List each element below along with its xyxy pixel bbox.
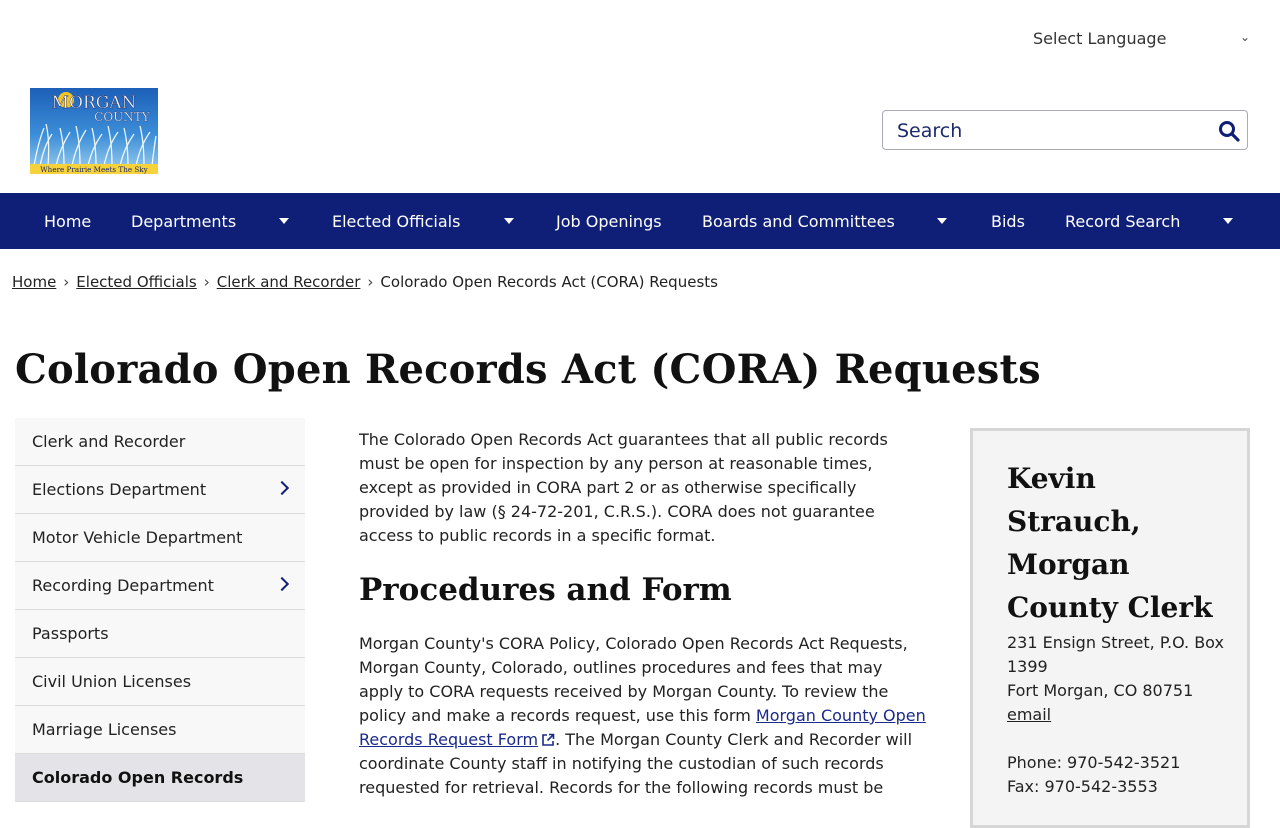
section-heading: Procedures and Form <box>359 572 732 608</box>
sidebar-item-label: Recording Department <box>32 576 214 595</box>
sidebar-item-civil-union-licenses[interactable]: Civil Union Licenses <box>15 658 305 706</box>
breadcrumb-separator: › <box>203 273 210 291</box>
morgan-county-logo[interactable]: MORGAN COUNTY Where Prairie Meets The Sk… <box>30 88 158 174</box>
search-box <box>882 110 1248 150</box>
search-input[interactable] <box>895 117 1209 145</box>
sidebar-item-colorado-open-records[interactable]: Colorado Open Records <box>15 754 305 802</box>
search-icon[interactable] <box>1217 119 1241 143</box>
contact-fax: Fax: 970-542-3553 <box>1007 777 1158 796</box>
address-line: 231 Ensign Street, P.O. Box 1399 <box>1007 633 1224 676</box>
sidebar-item-label: Motor Vehicle Department <box>32 528 243 547</box>
page-title: Colorado Open Records Act (CORA) Request… <box>15 346 1041 393</box>
sidebar-item-label: Colorado Open Records <box>32 768 244 787</box>
breadcrumb-separator: › <box>63 273 70 291</box>
nav-departments[interactable]: Departments <box>131 193 236 249</box>
nav-elected-officials[interactable]: Elected Officials <box>332 193 460 249</box>
address-city: Fort Morgan, CO 80751 <box>1007 681 1194 700</box>
chevron-right-icon[interactable] <box>274 480 290 496</box>
sidebar-item-passports[interactable]: Passports <box>15 610 305 658</box>
sidebar-item-label: Clerk and Recorder <box>32 432 186 451</box>
caret-down-icon[interactable] <box>937 218 947 224</box>
contact-address: 231 Ensign Street, P.O. Box 1399 Fort Mo… <box>1007 631 1227 799</box>
sidebar-item-label: Marriage Licenses <box>32 720 177 739</box>
breadcrumb-current: Colorado Open Records Act (CORA) Request… <box>380 273 718 291</box>
logo-tagline: Where Prairie Meets The Sky <box>40 165 148 174</box>
main-nav: Home Departments Elected Officials Job O… <box>0 193 1280 249</box>
contact-email-link[interactable]: email <box>1007 705 1051 724</box>
sidebar-item-clerk-and-recorder[interactable]: Clerk and Recorder <box>15 418 305 466</box>
nav-record-search[interactable]: Record Search <box>1065 193 1180 249</box>
sidebar-item-label: Elections Department <box>32 480 207 499</box>
sidebar-item-recording-department[interactable]: Recording Department <box>15 562 305 610</box>
breadcrumb-elected-officials[interactable]: Elected Officials <box>76 273 196 291</box>
contact-name: Kevin Strauch, Morgan County Clerk <box>1007 462 1213 624</box>
sidebar-item-motor-vehicle-department[interactable]: Motor Vehicle Department <box>15 514 305 562</box>
procedures-paragraph: Morgan County's CORA Policy, Colorado Op… <box>359 632 929 800</box>
external-link-icon <box>542 733 555 746</box>
sidebar-item-label: Passports <box>32 624 109 643</box>
chevron-down-icon: ⌄ <box>1240 30 1251 44</box>
nav-job-openings[interactable]: Job Openings <box>556 193 662 249</box>
sidebar-nav: Clerk and Recorder Elections Department … <box>15 418 305 802</box>
breadcrumb-home[interactable]: Home <box>12 273 56 291</box>
language-select-label: Select Language <box>1033 28 1167 48</box>
language-select[interactable]: Select Language ⌄ <box>1033 26 1253 50</box>
sidebar-item-label: Civil Union Licenses <box>32 672 192 691</box>
contact-phone: Phone: 970-542-3521 <box>1007 753 1181 772</box>
sidebar-item-elections-department[interactable]: Elections Department <box>15 466 305 514</box>
breadcrumb-separator: › <box>367 273 374 291</box>
logo-image: MORGAN COUNTY Where Prairie Meets The Sk… <box>30 88 158 174</box>
nav-bids[interactable]: Bids <box>991 193 1025 249</box>
intro-paragraph: The Colorado Open Records Act guarantees… <box>359 430 888 545</box>
caret-down-icon[interactable] <box>279 218 289 224</box>
nav-home[interactable]: Home <box>44 193 91 249</box>
logo-subtitle: COUNTY <box>94 110 151 124</box>
contact-card: Kevin Strauch, Morgan County Clerk 231 E… <box>970 428 1250 828</box>
sidebar-item-marriage-licenses[interactable]: Marriage Licenses <box>15 706 305 754</box>
nav-boards-and-committees[interactable]: Boards and Committees <box>702 193 895 249</box>
breadcrumb-clerk-and-recorder[interactable]: Clerk and Recorder <box>217 273 361 291</box>
caret-down-icon[interactable] <box>1223 218 1233 224</box>
chevron-right-icon[interactable] <box>274 576 290 592</box>
breadcrumb: Home › Elected Officials › Clerk and Recorde… <box>12 273 718 291</box>
caret-down-icon[interactable] <box>504 218 514 224</box>
